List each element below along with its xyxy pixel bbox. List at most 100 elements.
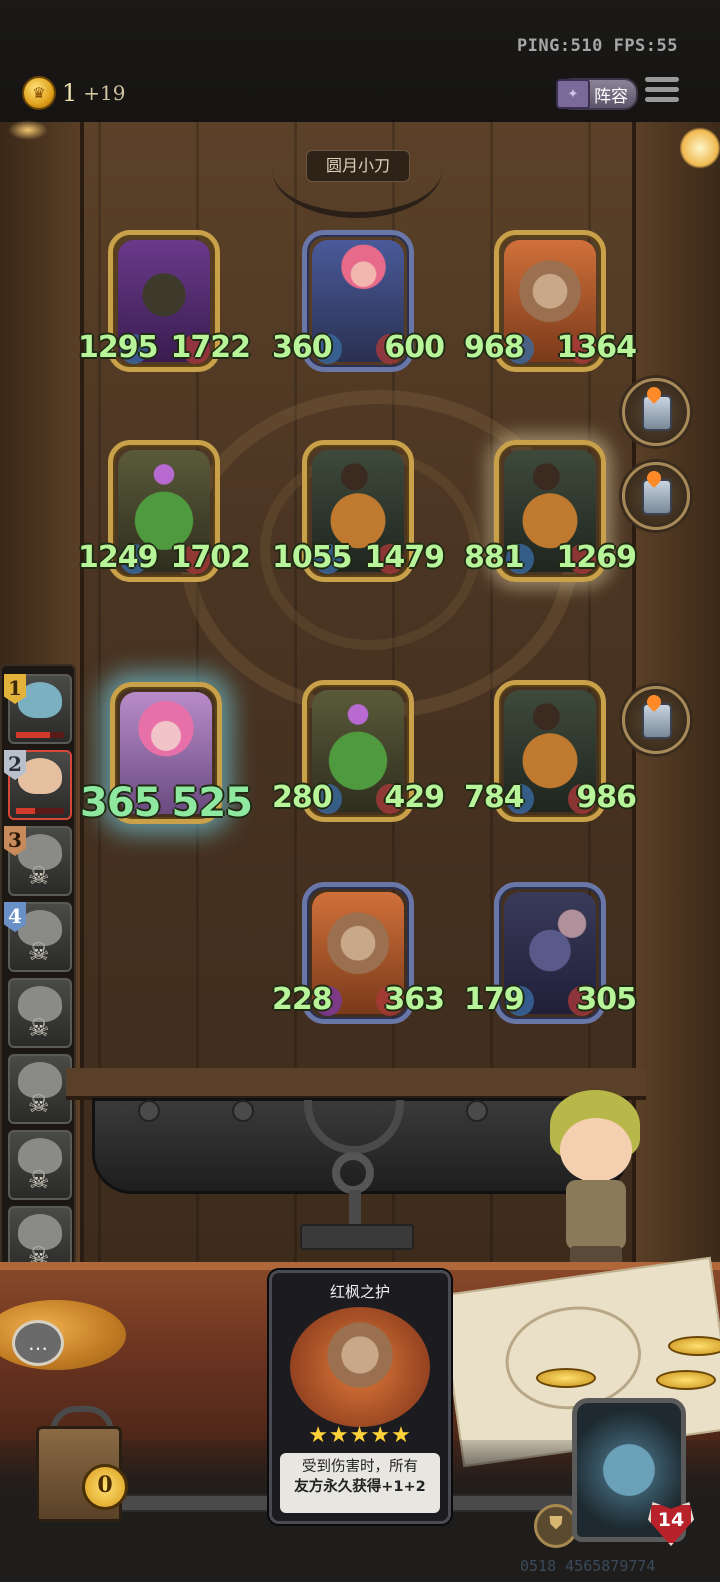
player-roster: 1 2 ☠ 3 ☠ 4 ☠ ☠ ☠ ☠ xyxy=(0,664,76,1278)
rivet-icon xyxy=(138,1100,160,1122)
unit-attack: 881 xyxy=(464,540,525,575)
opponent-name: 圆月小刀 xyxy=(306,150,410,182)
roster-player-dead[interactable]: ☠ xyxy=(8,1054,72,1124)
skull-icon: ☠ xyxy=(28,1090,50,1118)
coin-stack-icon xyxy=(656,1370,716,1390)
card-art xyxy=(290,1307,430,1427)
player-hp-bar xyxy=(16,732,64,738)
unit-attack: 365 xyxy=(80,780,161,826)
unit-health: 986 xyxy=(576,780,637,815)
skull-icon: ☠ xyxy=(28,938,50,966)
unit-attack: 1295 xyxy=(78,330,158,365)
unit-stats: 1249 1702 xyxy=(78,540,251,575)
roster-player-dead[interactable]: ☠ xyxy=(8,1130,72,1200)
unit-attack: 968 xyxy=(464,330,525,365)
board-unit[interactable]: 228 363 xyxy=(272,882,445,1024)
trinket-slot[interactable] xyxy=(622,686,690,754)
board-unit-attacking[interactable]: 365 525 xyxy=(80,682,253,826)
menu-line xyxy=(645,97,679,102)
treasure-chest-button[interactable]: 0 xyxy=(36,1406,128,1522)
skull-icon: ☠ xyxy=(28,1014,50,1042)
gold-amount: 1 xyxy=(62,79,78,107)
chest-count: 0 xyxy=(82,1464,128,1510)
menu-line xyxy=(645,77,679,82)
unit-stats: 1295 1722 xyxy=(78,330,251,365)
shopkeeper-face xyxy=(560,1118,632,1182)
unit-health: 1269 xyxy=(556,540,637,575)
board-unit[interactable]: 968 1364 xyxy=(464,230,637,372)
lineup-label: 阵容 xyxy=(594,86,628,107)
card-title: 红枫之护 xyxy=(329,1283,390,1301)
card-desc-line: 受到伤害时，所有 xyxy=(302,1459,418,1475)
unit-attack: 784 xyxy=(464,780,525,815)
menu-button[interactable] xyxy=(645,72,679,106)
unit-stats: 280 429 xyxy=(272,780,445,815)
lineup-button[interactable]: ✦ 阵容 xyxy=(556,78,638,110)
lever-ring-icon xyxy=(332,1152,374,1194)
unit-health: 429 xyxy=(384,780,445,815)
player-hp-bar xyxy=(16,808,64,814)
table-edge xyxy=(0,1262,720,1270)
unit-stats: 968 1364 xyxy=(464,330,637,365)
board-unit[interactable]: 1055 1479 xyxy=(272,440,445,582)
skull-icon: ☠ xyxy=(28,1166,50,1194)
shopkeeper-body xyxy=(566,1180,626,1250)
rivet-icon xyxy=(466,1100,488,1122)
unit-health: 363 xyxy=(384,982,445,1017)
shield-icon: ⛊ xyxy=(549,1513,563,1534)
board-unit[interactable]: 360 600 xyxy=(272,230,445,372)
board-unit[interactable]: 1249 1702 xyxy=(78,440,251,582)
unit-stats: 784 986 xyxy=(464,780,637,815)
unit-stats: 360 600 xyxy=(272,330,445,365)
unit-attack: 1055 xyxy=(272,540,352,575)
card-preview[interactable]: 红枫之护 ★★★★★ 受到伤害时，所有 友方永久获得+1+2 xyxy=(269,1270,451,1524)
unit-stats: 228 363 xyxy=(272,982,445,1017)
unit-health: 600 xyxy=(384,330,445,365)
refresh-lever[interactable] xyxy=(300,1100,414,1250)
trinket-slot[interactable] xyxy=(622,378,690,446)
unit-health: 305 xyxy=(576,982,637,1017)
board-unit-highlighted[interactable]: 881 1269 xyxy=(464,440,637,582)
gold-counter: ♛ 1 +19 xyxy=(22,76,126,110)
unit-attack: 1249 xyxy=(78,540,158,575)
unit-health: 1479 xyxy=(364,540,445,575)
coin-stack-icon xyxy=(668,1336,720,1356)
unit-attack: 360 xyxy=(272,330,333,365)
lever-horns-icon xyxy=(304,1100,404,1154)
card-description: 受到伤害时，所有 友方永久获得+1+2 xyxy=(280,1453,440,1513)
card-desc-line: 友方永久获得+1+2 xyxy=(294,1479,426,1495)
unit-health: 525 xyxy=(171,780,253,826)
board-unit[interactable]: 280 429 xyxy=(272,680,445,822)
unit-stats: 179 305 xyxy=(464,982,637,1017)
fps-readout: FPS:55 xyxy=(613,36,678,56)
wall-lamp-icon xyxy=(680,126,720,170)
crown-coin-icon: ♛ xyxy=(22,76,56,110)
unit-attack: 179 xyxy=(464,982,525,1017)
board-unit[interactable]: 784 986 xyxy=(464,680,637,822)
book-icon: ✦ xyxy=(556,79,590,109)
gold-income: +19 xyxy=(83,81,126,105)
session-id: 0518 4565879774 xyxy=(520,1557,656,1575)
lever-base xyxy=(300,1224,414,1250)
unit-attack: 228 xyxy=(272,982,333,1017)
card-star-rating: ★★★★★ xyxy=(308,1423,412,1448)
rivet-icon xyxy=(232,1100,254,1122)
trinket-slot[interactable] xyxy=(622,462,690,530)
board-unit[interactable]: 179 305 xyxy=(464,882,637,1024)
wall-lamp-left-icon xyxy=(8,120,48,140)
unit-stats: 881 1269 xyxy=(464,540,637,575)
board-unit[interactable]: 1295 1722 xyxy=(78,230,251,372)
roster-player-dead[interactable]: ☠ xyxy=(8,978,72,1048)
unit-health: 1364 xyxy=(556,330,637,365)
menu-line xyxy=(645,87,679,92)
unit-stats: 1055 1479 xyxy=(272,540,445,575)
chat-button[interactable]: … xyxy=(12,1320,64,1366)
unit-stats: 365 525 xyxy=(80,780,253,826)
network-stats: PING:510 FPS:55 xyxy=(517,36,678,56)
chat-bubble-icon: … xyxy=(28,1331,48,1355)
unit-health: 1722 xyxy=(170,330,251,365)
unit-health: 1702 xyxy=(170,540,251,575)
top-bar: PING:510 FPS:55 ♛ 1 +19 ✦ 阵容 xyxy=(0,0,720,122)
unit-attack: 280 xyxy=(272,780,333,815)
ping-readout: PING:510 xyxy=(516,36,603,56)
